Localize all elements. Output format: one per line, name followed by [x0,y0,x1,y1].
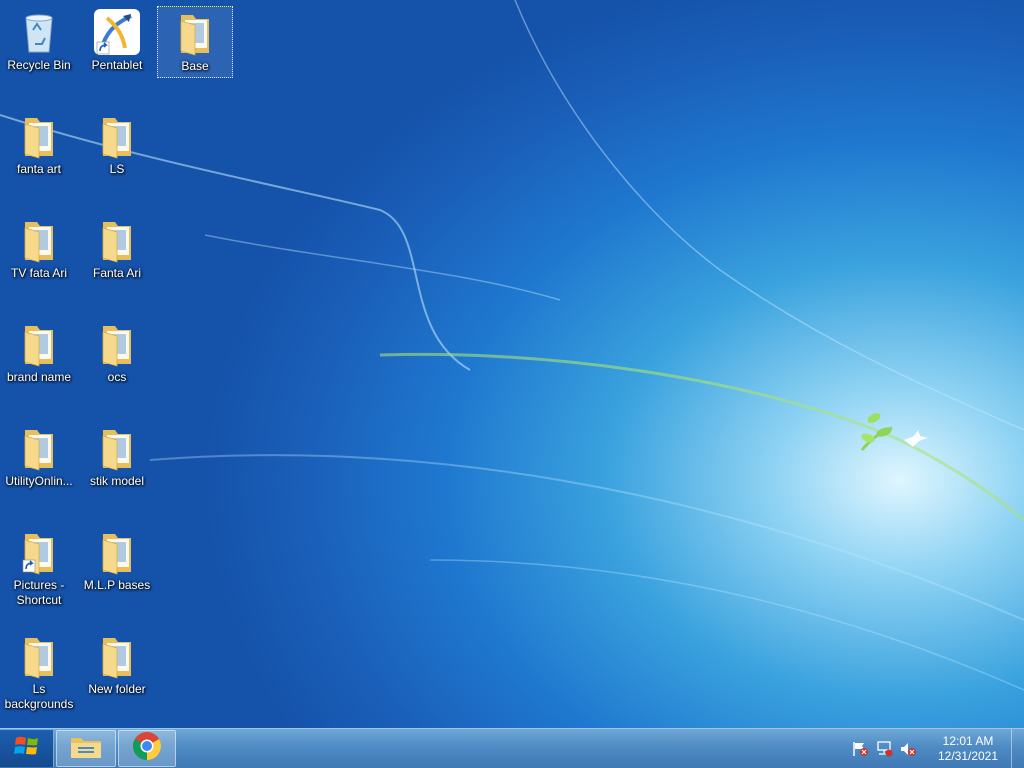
folder-icon [15,216,63,264]
desktop-icon-label: Ls backgrounds [4,682,74,711]
desktop-icon-label: ocs [107,370,127,384]
desktop-icon-pictures-shortcut[interactable]: Pictures - Shortcut [1,526,77,607]
folder-shortcut-icon [15,528,63,576]
folder-icon [15,632,63,680]
folder-icon [93,632,141,680]
folder-icon [93,424,141,472]
windows-logo-icon [13,734,40,763]
recycle-bin-icon [15,8,63,56]
volume-muted-icon[interactable] [899,741,917,757]
clock-date: 12/31/2021 [937,748,999,763]
desktop-icon-recycle-bin[interactable]: Recycle Bin [1,6,77,78]
desktop-icon-ocs[interactable]: ocs [79,318,155,390]
desktop-icon-label: M.L.P bases [83,578,151,592]
folder-icon [15,320,63,368]
desktop-icon-m-l-p-bases[interactable]: M.L.P bases [79,526,155,598]
system-tray: 12:01 AM 12/31/2021 [851,729,1024,768]
desktop-icon-label: Base [181,59,209,73]
desktop-icon-pentablet[interactable]: Pentablet [79,6,155,78]
taskbar-chrome-button[interactable] [118,730,176,767]
desktop-icon-label: stik model [89,474,145,488]
start-button[interactable] [0,730,54,767]
desktop-icon-stik-model[interactable]: stik model [79,422,155,494]
desktop-icon-label: brand name [6,370,72,384]
desktop-icon-new-folder[interactable]: New folder [79,630,155,702]
desktop-icon-label: Recycle Bin [7,58,71,72]
desktop-icon-label: Pentablet [91,58,143,72]
folder-icon [15,112,63,160]
chrome-icon [132,731,162,766]
file-explorer-icon [69,732,103,765]
desktop-icon-utilityonlin[interactable]: UtilityOnlin... [1,422,77,494]
show-desktop-button[interactable] [1011,729,1024,768]
network-icon[interactable] [875,740,893,757]
desktop-icon-label: New folder [88,682,146,696]
folder-icon [93,216,141,264]
desktop-icon-label: UtilityOnlin... [5,474,73,488]
desktop-icon-ls-backgrounds[interactable]: Ls backgrounds [1,630,77,711]
folder-icon [93,528,141,576]
clock[interactable]: 12:01 AM 12/31/2021 [927,734,1009,764]
desktop-icon-fanta-art[interactable]: fanta art [1,110,77,182]
clock-time: 12:01 AM [942,733,994,748]
folder-icon [93,320,141,368]
folder-icon [93,112,141,160]
desktop-icon-label: Pictures - Shortcut [13,578,65,607]
desktop-icon-label: LS [109,162,125,176]
folder-icon [15,424,63,472]
taskbar: 12:01 AM 12/31/2021 [0,728,1024,768]
desktop-icon-fanta-ari[interactable]: Fanta Ari [79,214,155,286]
desktop-icon-ls[interactable]: LS [79,110,155,182]
desktop-icon-label: TV fata Ari [10,266,68,280]
desktop-icon-label: fanta art [16,162,62,176]
pentablet-app-icon [93,8,141,56]
desktop[interactable]: Recycle Bin Pentablet Base fanta art LS TV fa… [0,0,1024,728]
desktop-icon-tv-fata-ari[interactable]: TV fata Ari [1,214,77,286]
taskbar-file-explorer-button[interactable] [56,730,116,767]
folder-icon [171,9,219,57]
action-center-flag-icon[interactable] [851,741,869,757]
desktop-icon-base[interactable]: Base [157,6,233,78]
desktop-icon-label: Fanta Ari [92,266,142,280]
desktop-icon-brand-name[interactable]: brand name [1,318,77,390]
